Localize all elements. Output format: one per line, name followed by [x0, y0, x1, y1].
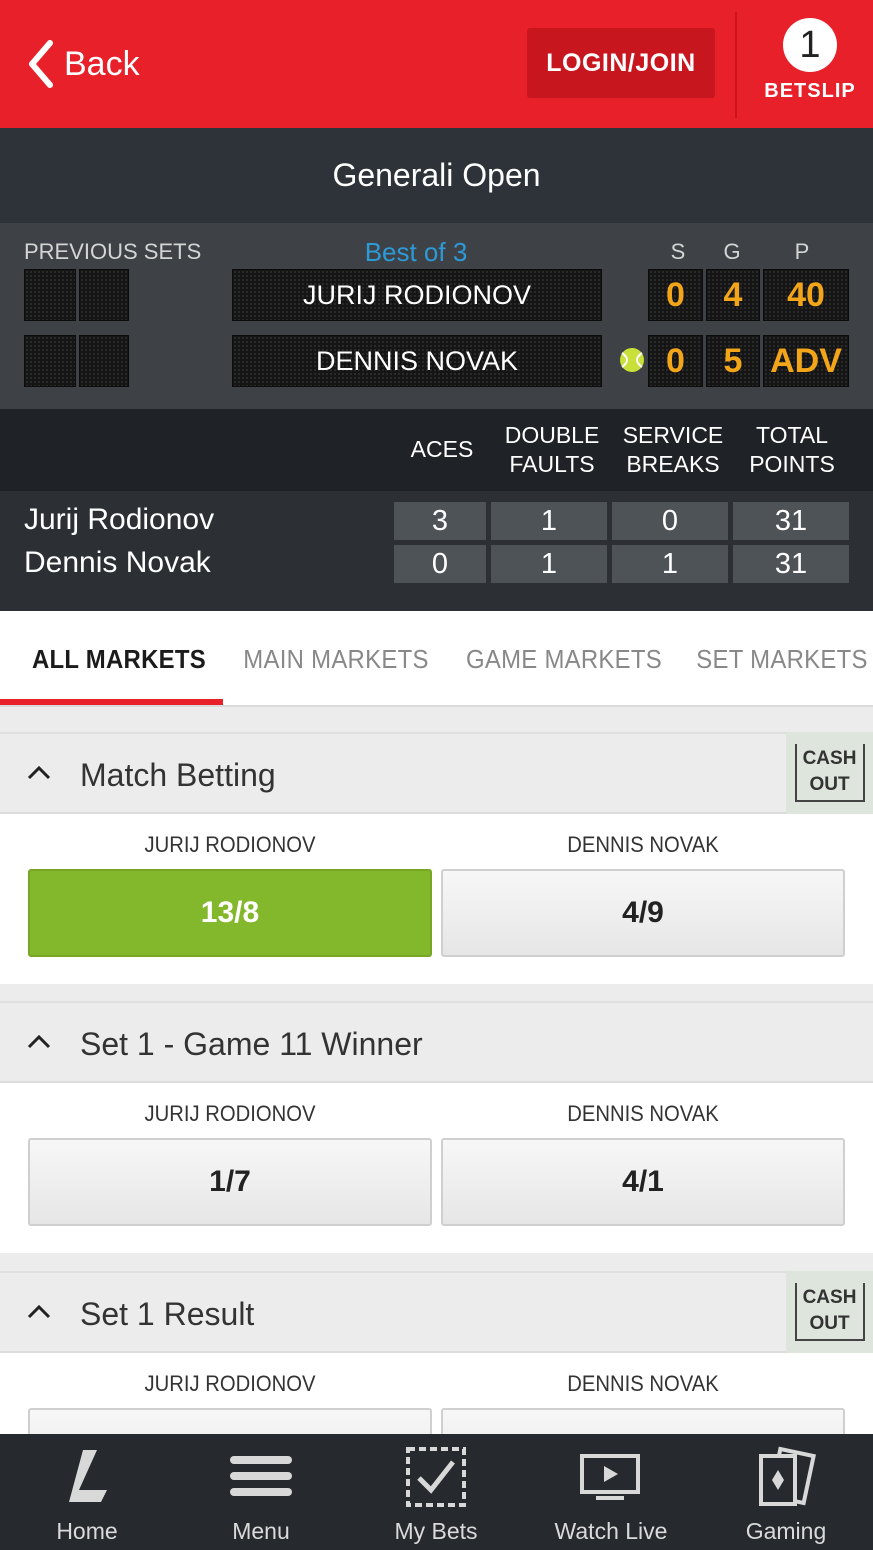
selection-name: DENNIS NOVAK	[567, 1101, 719, 1126]
betslip-count-badge: 1	[783, 18, 837, 72]
selection-name: JURIJ RODIONOV	[144, 1371, 316, 1396]
player-2-sets: 0	[648, 335, 703, 387]
bottom-nav: Home Menu My Bets Watch Live Gaming	[0, 1434, 873, 1550]
market-title: Match Betting	[80, 756, 276, 793]
back-button[interactable]: Back	[26, 38, 140, 90]
event-title: Generali Open	[332, 157, 541, 193]
stats-cell: 3	[394, 502, 486, 540]
active-tab-indicator	[0, 699, 223, 705]
stats-cell: 0	[394, 545, 486, 583]
odds-button[interactable]	[441, 1408, 845, 1434]
betslip-button[interactable]: 1 BETSLIP	[752, 14, 868, 118]
stats-header: ACES DOUBLE FAULTS SERVICE BREAKS TOTAL POI…	[0, 409, 873, 491]
odds-button[interactable]	[28, 1408, 432, 1434]
player-1-games: 4	[706, 269, 760, 321]
chevron-up-icon	[27, 1034, 51, 1049]
player-1-sets: 0	[648, 269, 703, 321]
previous-sets-label: PREVIOUS SETS	[24, 239, 202, 264]
home-logo-icon	[69, 1450, 107, 1502]
cash-out-badge: CASH OUT	[786, 732, 873, 814]
player-2-games: 5	[706, 335, 760, 387]
service-breaks-header: SERVICE BREAKS	[622, 422, 724, 477]
games-col-label: G	[723, 239, 741, 264]
stats-cell: 1	[491, 545, 607, 583]
nav-gaming-label: Gaming	[745, 1518, 827, 1544]
event-title-bar: Generali Open	[0, 128, 873, 223]
sets-col-label: S	[670, 239, 686, 264]
odds-button-selected[interactable]: 13/8	[28, 869, 432, 957]
market-header-set1-game11-winner[interactable]: Set 1 - Game 11 Winner	[0, 1001, 873, 1083]
nav-home-label: Home	[56, 1518, 118, 1544]
stats-cell: 31	[733, 502, 849, 540]
tab-game-markets[interactable]: GAME MARKETS	[463, 611, 665, 707]
chevron-up-icon	[27, 765, 51, 780]
selection-name: DENNIS NOVAK	[567, 1371, 719, 1396]
player-1-points: 40	[763, 269, 849, 321]
match-stats: ACES DOUBLE FAULTS SERVICE BREAKS TOTAL POI…	[0, 409, 873, 611]
cash-out-badge: CASH OUT	[786, 1271, 873, 1353]
player-1-name: JURIJ RODIONOV	[232, 269, 602, 321]
header-divider	[735, 12, 737, 118]
nav-my-bets-label: My Bets	[394, 1518, 478, 1544]
tab-main-markets[interactable]: MAIN MARKETS	[238, 611, 433, 707]
tab-all-markets[interactable]: ALL MARKETS	[17, 611, 221, 707]
points-col-label: P	[794, 239, 810, 264]
nav-gaming[interactable]: Gaming	[699, 1434, 873, 1550]
previous-set-1-box	[24, 335, 76, 387]
previous-set-1-box	[24, 269, 76, 321]
hamburger-icon	[230, 1456, 292, 1496]
stats-cell: 0	[612, 502, 728, 540]
market-header-set1-result[interactable]: Set 1 Result CASH OUT	[0, 1271, 873, 1353]
betslip-label: BETSLIP	[764, 80, 856, 102]
back-label: Back	[64, 44, 140, 83]
stats-player-1-name: Jurij Rodionov	[24, 503, 215, 536]
chevron-left-icon	[29, 40, 53, 88]
nav-menu[interactable]: Menu	[174, 1434, 348, 1550]
market-title: Set 1 Result	[80, 1295, 255, 1332]
market-body-set1-game11-winner: JURIJ RODIONOV DENNIS NOVAK 1/7 4/1	[0, 1083, 873, 1253]
previous-set-2-box	[79, 335, 129, 387]
market-tabs: ALL MARKETS MAIN MARKETS GAME MARKETS SE…	[0, 611, 873, 707]
previous-set-2-box	[79, 269, 129, 321]
stats-cell: 1	[612, 545, 728, 583]
nav-home[interactable]: Home	[0, 1434, 174, 1550]
odds-button[interactable]: 1/7	[28, 1138, 432, 1226]
odds-button[interactable]: 4/1	[441, 1138, 845, 1226]
odds-button[interactable]: 4/9	[441, 869, 845, 957]
login-join-button[interactable]: LOGIN/JOIN	[527, 28, 715, 98]
chevron-up-icon	[27, 1304, 51, 1319]
market-body-set1-result: JURIJ RODIONOV DENNIS NOVAK	[0, 1353, 873, 1434]
top-header: Back LOGIN/JOIN 1 BETSLIP	[0, 0, 873, 128]
nav-my-bets[interactable]: My Bets	[349, 1434, 523, 1550]
nav-watch-live[interactable]: Watch Live	[524, 1434, 698, 1550]
match-format-label: Best of 3	[364, 237, 468, 267]
player-2-name: DENNIS NOVAK	[232, 335, 602, 387]
player-2-points: ADV	[763, 335, 849, 387]
tv-icon	[580, 1454, 640, 1500]
cards-icon	[759, 1446, 816, 1506]
scoreboard: PREVIOUS SETS Best of 3 S G P JURIJ RODI…	[0, 223, 873, 409]
nav-menu-label: Menu	[232, 1518, 290, 1544]
selection-name: DENNIS NOVAK	[567, 832, 719, 857]
stats-cell: 1	[491, 502, 607, 540]
double-faults-header: DOUBLE FAULTS	[504, 422, 600, 477]
market-title: Set 1 - Game 11 Winner	[80, 1025, 423, 1062]
aces-header: ACES	[410, 436, 474, 462]
stats-player-2-name: Dennis Novak	[24, 546, 211, 579]
selection-name: JURIJ RODIONOV	[144, 1101, 316, 1126]
tennis-ball-serving-icon	[620, 348, 644, 372]
my-bets-icon	[406, 1447, 466, 1507]
market-body-match-betting: JURIJ RODIONOV DENNIS NOVAK 13/8 4/9	[0, 814, 873, 984]
nav-watch-live-label: Watch Live	[554, 1518, 668, 1544]
stats-cell: 31	[733, 545, 849, 583]
market-header-match-betting[interactable]: Match Betting CASH OUT	[0, 732, 873, 814]
tab-set-markets[interactable]: SET MARKETS	[694, 611, 871, 707]
total-points-header: TOTAL POINTS	[749, 422, 835, 477]
selection-name: JURIJ RODIONOV	[144, 832, 316, 857]
